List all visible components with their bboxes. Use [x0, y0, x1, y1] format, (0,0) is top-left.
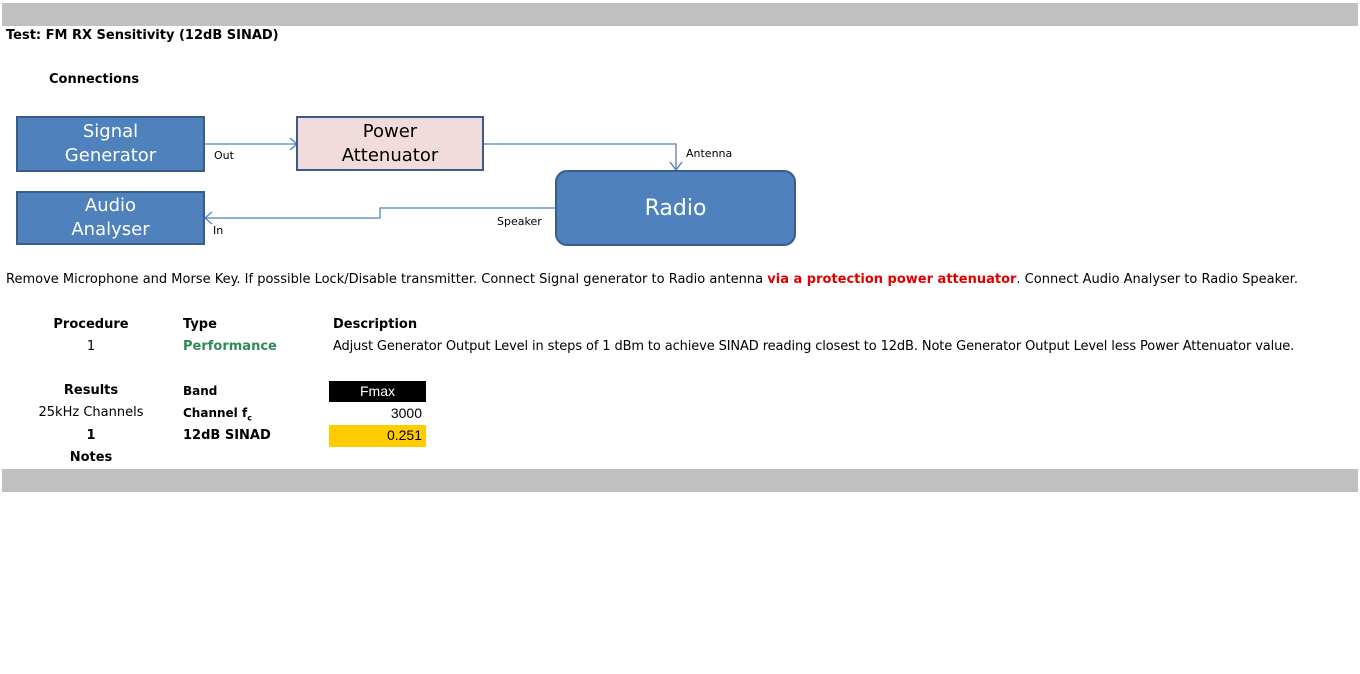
fmax-header-cell: Fmax [329, 381, 426, 402]
type-header: Type [183, 317, 217, 332]
band-label: Band [183, 384, 218, 398]
results-label: Results [63, 383, 119, 398]
procedure-description: Adjust Generator Output Level in steps o… [333, 339, 1295, 354]
audio-analyser-box: Audio Analyser [16, 191, 205, 245]
label-in: In [213, 224, 224, 237]
label-antenna: Antenna [686, 147, 733, 160]
audio-analyser-line2: Analyser [71, 219, 150, 240]
sinad-value-cell[interactable]: 0.251 [329, 425, 426, 447]
label-speaker: Speaker [497, 215, 542, 228]
channel-label: Channel fc [183, 406, 252, 425]
description-header: Description [333, 317, 418, 332]
instructions-part1: Remove Microphone and Morse Key. If poss… [6, 272, 768, 287]
notes-label: Notes [69, 450, 113, 465]
channel-value-cell[interactable]: 3000 [329, 403, 426, 424]
label-out: Out [214, 149, 234, 162]
power-attenuator-line2: Attenuator [341, 144, 439, 166]
channel-label-subscript: c [247, 413, 252, 423]
instructions-highlight: via a protection power attenuator [767, 272, 1017, 287]
power-attenuator-box: Power Attenuator [296, 116, 484, 171]
results-number: 1 [86, 428, 96, 443]
procedure-number: 1 [86, 339, 96, 354]
signal-generator-box: Signal Generator [16, 116, 205, 172]
signal-generator-line2: Generator [64, 145, 157, 166]
instructions-text: Remove Microphone and Morse Key. If poss… [6, 272, 1298, 288]
channel-label-text: Channel f [183, 406, 248, 420]
instructions-part2: . Connect Audio Analyser to Radio Speake… [1016, 272, 1298, 287]
audio-analyser-line1: Audio [84, 195, 137, 216]
signal-generator-line1: Signal [82, 121, 139, 142]
procedure-header: Procedure [53, 317, 129, 332]
bottom-footer-bar [2, 469, 1358, 492]
radio-box: Radio [555, 170, 796, 246]
procedure-type: Performance [183, 339, 277, 354]
radio-label: Radio [644, 195, 707, 221]
sinad-label: 12dB SINAD [183, 428, 271, 443]
power-attenuator-line1: Power [362, 120, 418, 142]
results-channels: 25kHz Channels [38, 405, 144, 420]
line-attenuator-to-radio [484, 143, 677, 170]
